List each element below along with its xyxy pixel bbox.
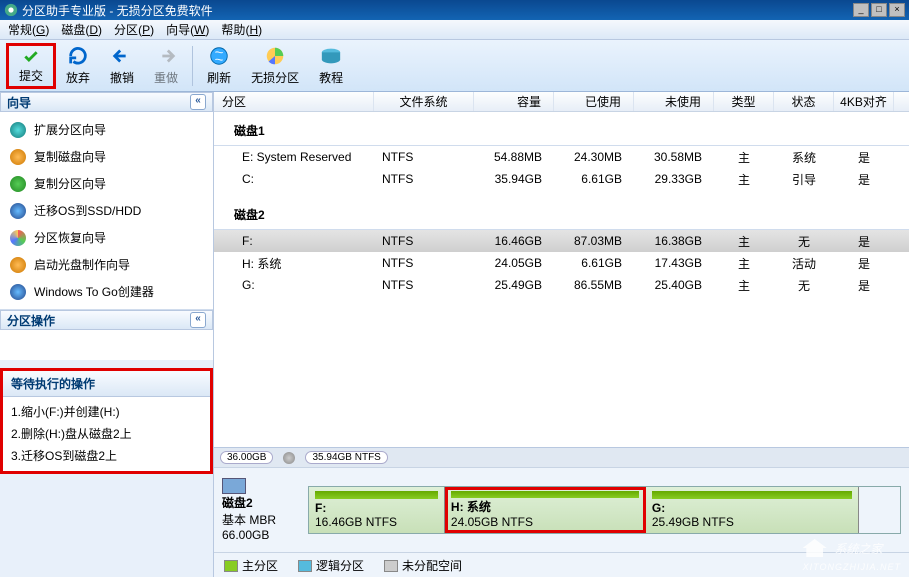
pending-header: 等待执行的操作: [3, 371, 210, 397]
col-unused[interactable]: 未使用: [634, 92, 714, 111]
disk-label[interactable]: 磁盘2: [214, 200, 909, 230]
wizard-item[interactable]: 启动光盘制作向导: [0, 251, 213, 278]
menu-general[interactable]: 常规(G): [2, 19, 55, 40]
legend: 主分区 逻辑分区 未分配空间 系统之家 XITONGZHIJIA.NET: [214, 552, 909, 578]
separator: [192, 46, 193, 86]
content-area: 分区 文件系统 容量 已使用 未使用 类型 状态 4KB对齐 磁盘1E: Sys…: [214, 92, 909, 577]
swatch-logical: [298, 560, 312, 572]
toolbar: 提交 放弃 撤销 重做 刷新 无损分区 教程: [0, 40, 909, 92]
pending-item[interactable]: 2.删除(H:)盘从磁盘2上: [11, 423, 202, 445]
disk-partition-bar[interactable]: G:25.49GB NTFS: [646, 487, 859, 533]
watermark: 系统之家 XITONGZHIJIA.NET: [803, 539, 901, 573]
menu-help[interactable]: 帮助(H): [215, 19, 268, 40]
menu-wizard[interactable]: 向导(W): [160, 19, 215, 40]
disk-map-area: 36.00GB 35.94GB NTFS 磁盘2 基本 MBR 66.00GB …: [214, 447, 909, 577]
pie-icon: [264, 45, 286, 67]
wizard-icon: [10, 203, 26, 219]
commit-button[interactable]: 提交: [6, 43, 56, 89]
partition-table-body: 磁盘1E: System ReservedNTFS54.88MB24.30MB3…: [214, 112, 909, 447]
collapse-icon[interactable]: «: [190, 94, 206, 110]
title-text: 分区助手专业版 - 无损分区免费软件: [22, 2, 851, 19]
wizard-item[interactable]: 迁移OS到SSD/HDD: [0, 197, 213, 224]
wizard-item[interactable]: 复制分区向导: [0, 170, 213, 197]
sidebar: 向导 « 扩展分区向导复制磁盘向导复制分区向导迁移OS到SSD/HDD 分区恢复向…: [0, 92, 214, 577]
table-row[interactable]: G:NTFS25.49GB86.55MB25.40GB主无是: [214, 274, 909, 296]
undo-button[interactable]: 撤销: [100, 43, 144, 89]
close-button[interactable]: ×: [889, 3, 905, 17]
wizard-item[interactable]: 分区恢复向导: [0, 224, 213, 251]
wizard-icon: [10, 149, 26, 165]
menu-disk[interactable]: 磁盘(D): [55, 19, 108, 40]
pill-size: 36.00GB: [220, 451, 273, 464]
wizard-label: 分区恢复向导: [34, 229, 106, 246]
menu-partition[interactable]: 分区(P): [108, 19, 160, 40]
wizard-label: 复制分区向导: [34, 175, 106, 192]
disk-partition-bar[interactable]: H: 系统24.05GB NTFS: [445, 487, 646, 533]
undo-icon: [111, 45, 133, 67]
wizard-label: 启动光盘制作向导: [34, 256, 130, 273]
col-partition[interactable]: 分区: [214, 92, 374, 111]
wizard-item[interactable]: Windows To Go创建器: [0, 278, 213, 305]
titlebar: 分区助手专业版 - 无损分区免费软件 _ □ ×: [0, 0, 909, 20]
swatch-unalloc: [384, 560, 398, 572]
table-row[interactable]: C:NTFS35.94GB6.61GB29.33GB主引导是: [214, 168, 909, 190]
column-headers: 分区 文件系统 容量 已使用 未使用 类型 状态 4KB对齐: [214, 92, 909, 112]
wizard-icon: [10, 176, 26, 192]
wizard-icon: [10, 257, 26, 273]
pill-part: 35.94GB NTFS: [305, 451, 387, 464]
wizard-item[interactable]: 扩展分区向导: [0, 116, 213, 143]
lossless-button[interactable]: 无损分区: [241, 43, 309, 89]
wizard-icon: [10, 284, 26, 300]
pending-item[interactable]: 1.缩小(F:)并创建(H:): [11, 401, 202, 423]
wizard-label: 复制磁盘向导: [34, 148, 106, 165]
pending-operations-panel: 等待执行的操作 1.缩小(F:)并创建(H:)2.删除(H:)盘从磁盘2上3.迁…: [0, 368, 213, 474]
disk-label[interactable]: 磁盘1: [214, 116, 909, 146]
table-row[interactable]: E: System ReservedNTFS54.88MB24.30MB30.5…: [214, 146, 909, 168]
globe-refresh-icon: [208, 45, 230, 67]
discard-button[interactable]: 放弃: [56, 43, 100, 89]
wizard-item[interactable]: 复制磁盘向导: [0, 143, 213, 170]
tutorial-button[interactable]: 教程: [309, 43, 353, 89]
wizard-label: 迁移OS到SSD/HDD: [34, 202, 141, 219]
partition-ops-empty: [0, 330, 213, 360]
app-icon: [4, 3, 18, 17]
redo-icon: [155, 45, 177, 67]
table-row[interactable]: F:NTFS16.46GB87.03MB16.38GB主无是: [214, 230, 909, 252]
disk-large-icon: [222, 478, 246, 494]
wizard-label: 扩展分区向导: [34, 121, 106, 138]
wizard-icon: [10, 122, 26, 138]
maximize-button[interactable]: □: [871, 3, 887, 17]
wizard-icon: [10, 230, 26, 246]
refresh-button[interactable]: 刷新: [197, 43, 241, 89]
menubar: 常规(G) 磁盘(D) 分区(P) 向导(W) 帮助(H): [0, 20, 909, 40]
partops-panel-header[interactable]: 分区操作 «: [0, 310, 213, 330]
refresh-icon: [67, 45, 89, 67]
minimize-button[interactable]: _: [853, 3, 869, 17]
wizard-label: Windows To Go创建器: [34, 283, 154, 300]
disk-small-icon: [283, 452, 295, 464]
table-row[interactable]: H: 系统NTFS24.05GB6.61GB17.43GB主活动是: [214, 252, 909, 274]
col-4k-align[interactable]: 4KB对齐: [834, 92, 894, 111]
disk-partition-bar[interactable]: F:16.46GB NTFS: [309, 487, 445, 533]
collapse-icon[interactable]: «: [190, 312, 206, 328]
col-state[interactable]: 状态: [774, 92, 834, 111]
disk-icon: [320, 45, 342, 67]
check-icon: [20, 48, 42, 65]
redo-button[interactable]: 重做: [144, 43, 188, 89]
col-filesystem[interactable]: 文件系统: [374, 92, 474, 111]
disk-info[interactable]: 磁盘2 基本 MBR 66.00GB: [222, 478, 302, 542]
col-type[interactable]: 类型: [714, 92, 774, 111]
wizard-panel-header[interactable]: 向导 «: [0, 92, 213, 112]
pending-item[interactable]: 3.迁移OS到磁盘2上: [11, 445, 202, 467]
col-used[interactable]: 已使用: [554, 92, 634, 111]
swatch-primary: [224, 560, 238, 572]
col-capacity[interactable]: 容量: [474, 92, 554, 111]
